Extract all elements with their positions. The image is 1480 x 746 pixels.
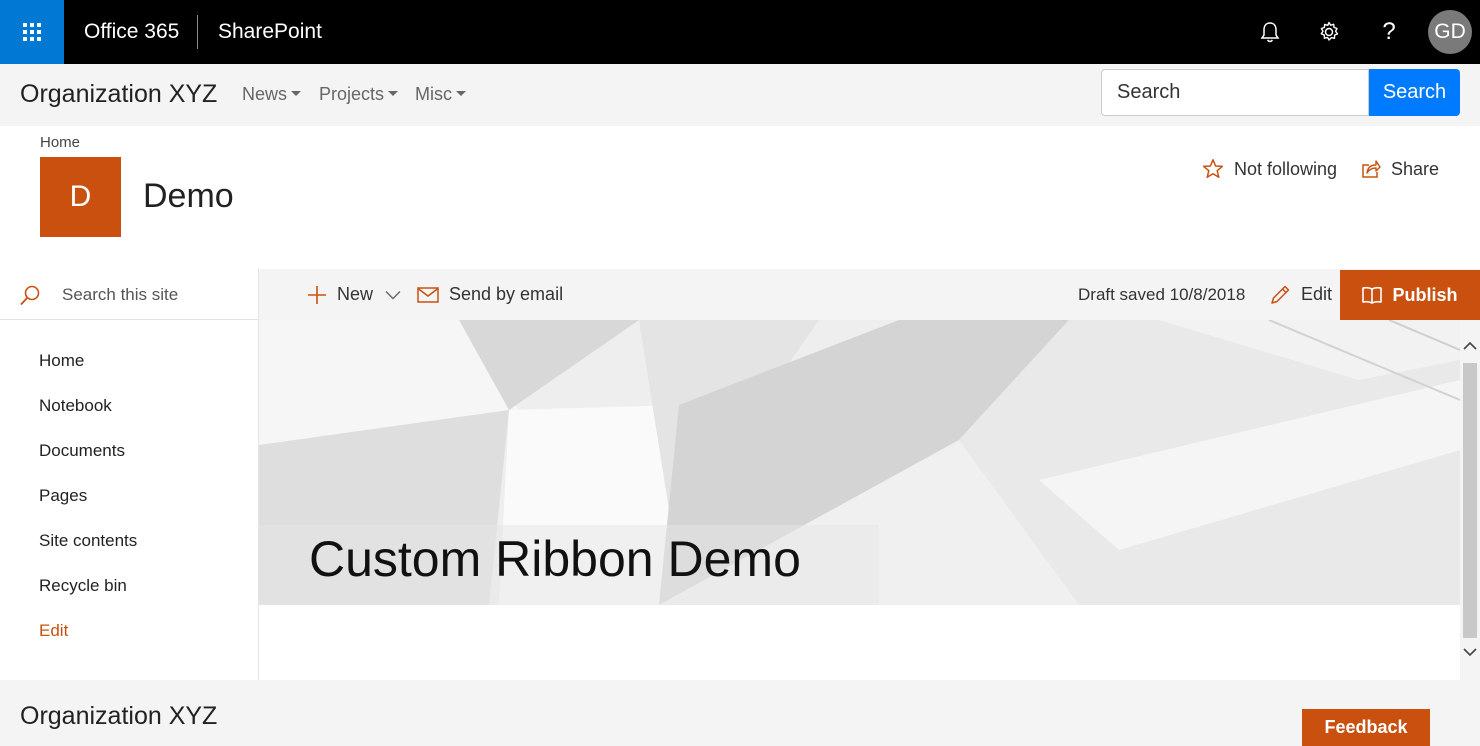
search-icon	[20, 285, 40, 306]
new-label: New	[337, 284, 374, 304]
left-navigation: Search this site Home Notebook Documents…	[0, 269, 259, 680]
star-icon	[1202, 159, 1224, 179]
site-search-placeholder: Search this site	[62, 285, 179, 304]
edit-label: Edit	[1301, 284, 1333, 304]
site-title[interactable]: Demo	[143, 177, 234, 216]
chevron-down-icon	[385, 290, 401, 299]
book-icon	[1362, 286, 1383, 304]
nav-item-pages[interactable]: Pages	[39, 486, 87, 506]
bell-icon	[1260, 22, 1280, 43]
site-search-box[interactable]: Search this site	[0, 269, 258, 320]
hub-search-button[interactable]: Search	[1369, 69, 1460, 116]
hub-search-input[interactable]	[1101, 69, 1369, 116]
help-icon: ?	[1382, 18, 1396, 45]
share-button[interactable]: Share	[1361, 157, 1439, 181]
publish-label: Publish	[1392, 284, 1458, 305]
send-by-email-label: Send by email	[449, 284, 564, 304]
hub-site-title[interactable]: Organization XYZ	[20, 80, 217, 109]
follow-label: Not following	[1234, 158, 1338, 179]
feedback-button[interactable]: Feedback	[1302, 709, 1430, 746]
hub-menu-label: Projects	[319, 84, 385, 104]
hub-navigation: Organization XYZ News Projects Misc Sear…	[0, 64, 1480, 126]
share-icon	[1362, 160, 1381, 178]
mail-icon	[417, 286, 439, 303]
hub-menu-label: Misc	[415, 84, 452, 104]
nav-item-site-contents[interactable]: Site contents	[39, 531, 137, 551]
office-365-link[interactable]: Office 365	[84, 20, 179, 44]
app-launcher-button[interactable]	[0, 0, 64, 64]
share-label: Share	[1391, 158, 1440, 179]
command-bar: New Send by email Draft saved 10/8/2018 …	[259, 269, 1480, 320]
new-button[interactable]: New	[307, 269, 401, 320]
caret-down-icon	[388, 91, 399, 97]
nav-item-documents[interactable]: Documents	[39, 441, 125, 461]
help-button[interactable]: ?	[1371, 14, 1407, 50]
caret-down-icon	[291, 91, 302, 97]
plus-icon	[308, 285, 326, 304]
scrollbar[interactable]	[1460, 320, 1480, 680]
suite-divider	[197, 15, 198, 49]
site-footer: Organization XYZ Feedback	[0, 680, 1480, 746]
scroll-up-icon[interactable]	[1462, 340, 1478, 352]
hub-menu-projects[interactable]: Projects	[319, 84, 399, 105]
user-avatar[interactable]: GD	[1428, 10, 1472, 54]
hub-menu-label: News	[242, 84, 288, 104]
scroll-down-icon[interactable]	[1462, 646, 1478, 658]
breadcrumb[interactable]: Home	[40, 134, 80, 151]
hero-banner: Custom Ribbon Demo	[259, 320, 1460, 605]
draft-status: Draft saved 10/8/2018	[1078, 285, 1246, 304]
footer-title: Organization XYZ	[20, 702, 218, 730]
page-title: Custom Ribbon Demo	[309, 531, 801, 587]
suite-bar: Office 365 SharePoint ? GD	[0, 0, 1480, 64]
settings-button[interactable]	[1311, 14, 1347, 50]
sharepoint-link[interactable]: SharePoint	[218, 20, 322, 44]
nav-edit-link[interactable]: Edit	[39, 621, 68, 641]
nav-item-recycle-bin[interactable]: Recycle bin	[39, 576, 127, 596]
publish-button[interactable]: Publish	[1340, 270, 1480, 320]
pencil-icon	[1271, 285, 1290, 304]
nav-item-home[interactable]: Home	[39, 351, 84, 371]
gear-icon	[1320, 21, 1339, 41]
follow-button[interactable]: Not following	[1202, 157, 1337, 181]
site-logo[interactable]: D	[40, 157, 121, 237]
caret-down-icon	[456, 91, 466, 97]
hub-menu-news[interactable]: News	[242, 84, 302, 105]
scroll-thumb[interactable]	[1463, 363, 1477, 638]
hub-menu-misc[interactable]: Misc	[415, 84, 466, 105]
nav-item-notebook[interactable]: Notebook	[39, 396, 112, 416]
notifications-button[interactable]	[1252, 14, 1288, 50]
waffle-icon	[23, 23, 41, 41]
send-by-email-button[interactable]: Send by email	[417, 269, 563, 320]
edit-button[interactable]: Edit	[1269, 269, 1332, 320]
